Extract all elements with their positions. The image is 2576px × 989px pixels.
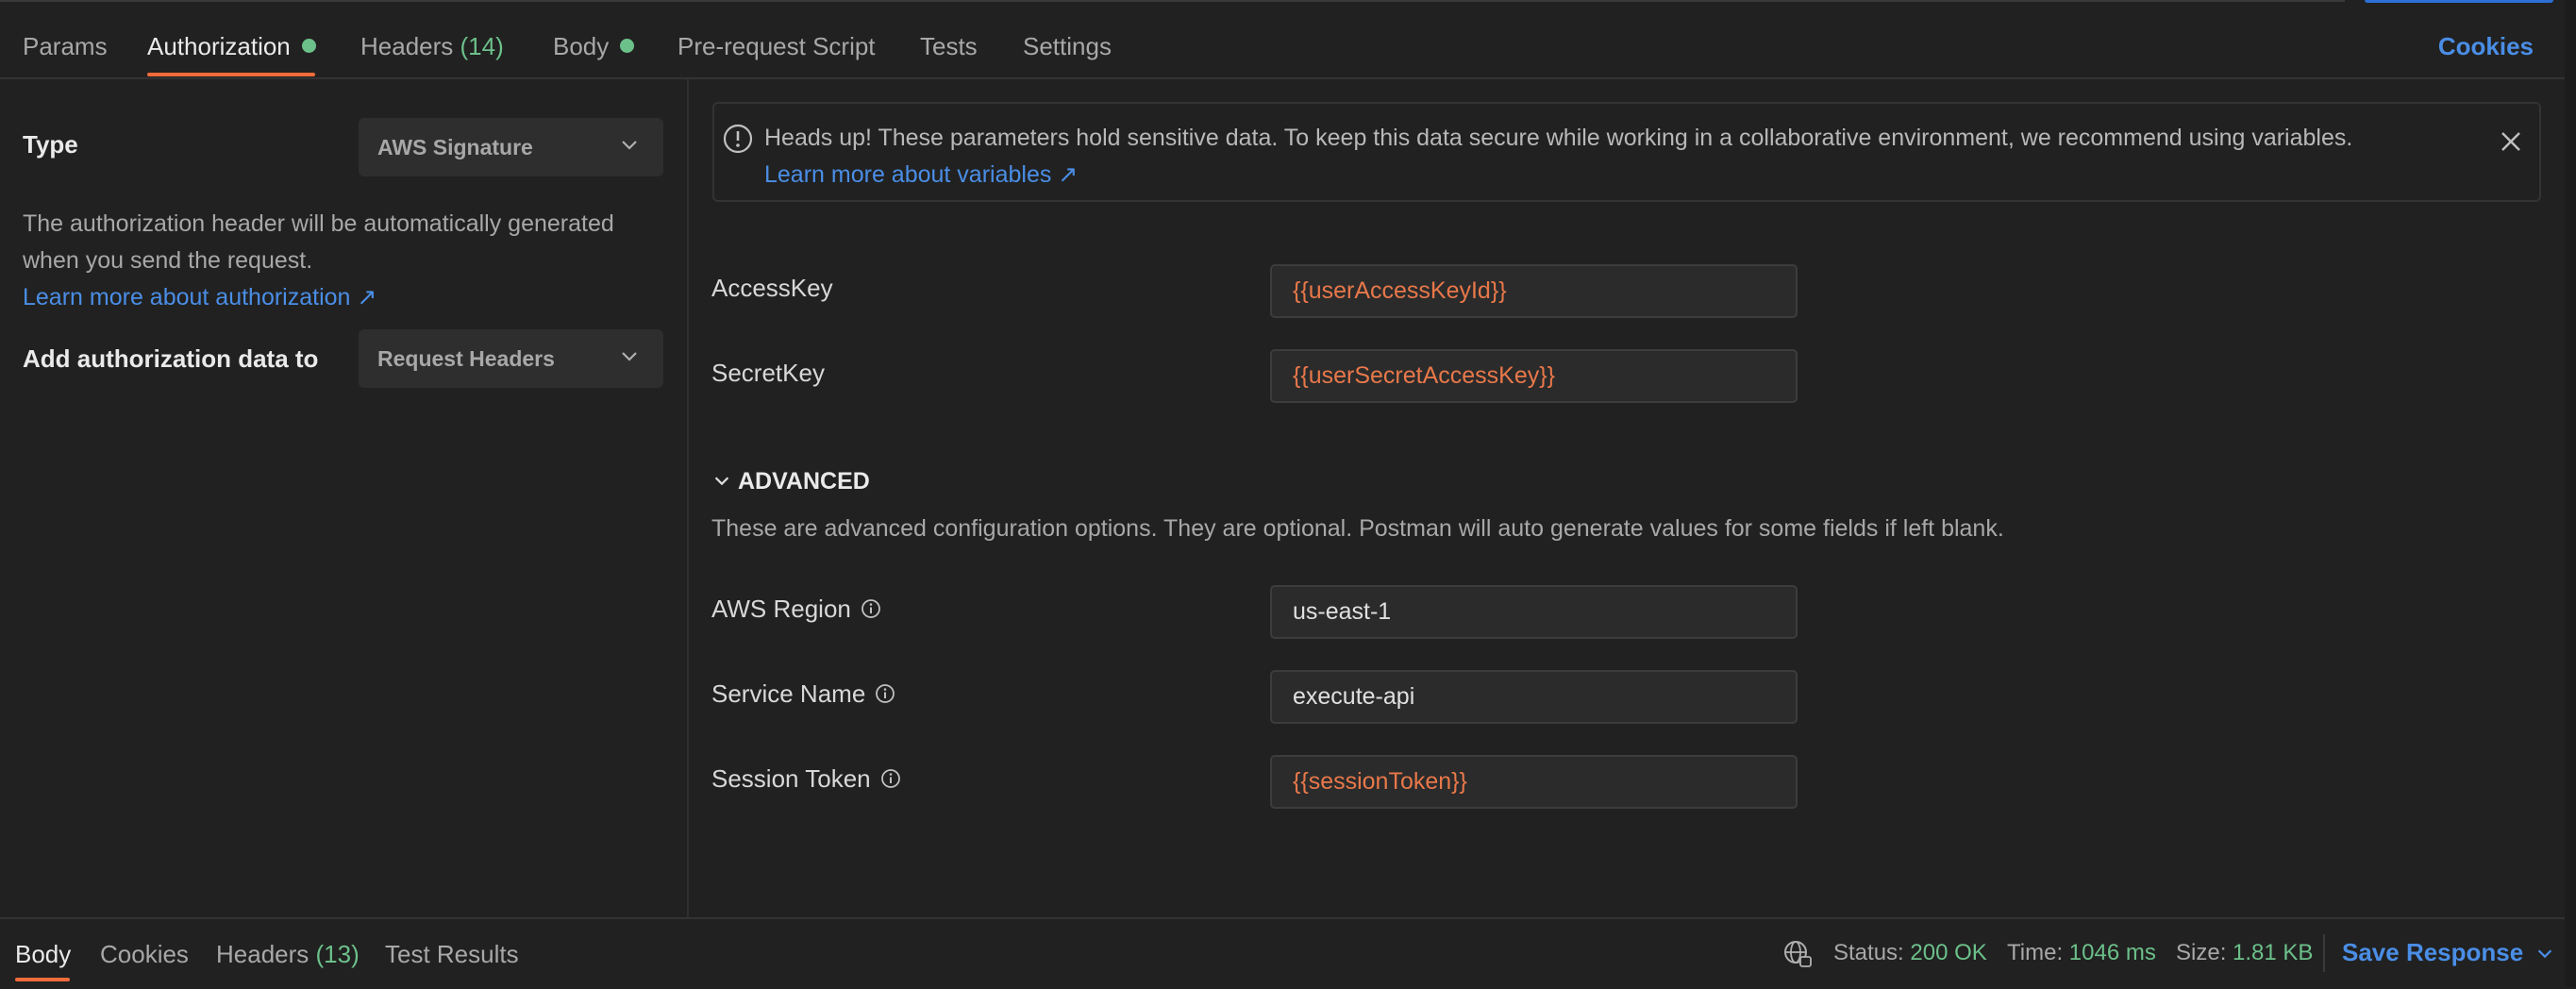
learn-more-variables-link[interactable]: Learn more about variables ↗ <box>764 160 1078 189</box>
tab-settings[interactable]: Settings <box>1023 32 1112 61</box>
chevron-down-icon <box>2538 949 2552 959</box>
time-label: Time: <box>2007 940 2064 965</box>
separator <box>2323 934 2325 972</box>
response-tab-cookies[interactable]: Cookies <box>100 940 189 969</box>
scrollbar[interactable] <box>2565 0 2576 987</box>
size-value: 1.81 KB <box>2233 940 2314 965</box>
auth-description-text: The authorization header will be automat… <box>23 210 614 274</box>
session-token-label: Session Token <box>711 764 901 794</box>
network-globe-icon[interactable] <box>1781 938 1814 970</box>
secret-key-input[interactable]: {{userSecretAccessKey}} <box>1270 349 1798 403</box>
response-tab-test-results[interactable]: Test Results <box>385 940 519 969</box>
status-dot-icon <box>620 39 635 53</box>
sensitive-data-banner: Heads up! These parameters hold sensitiv… <box>712 102 2541 202</box>
tab-params[interactable]: Params <box>23 32 108 61</box>
response-tab-headers[interactable]: Headers (13) <box>216 940 360 969</box>
access-key-label: AccessKey <box>711 274 833 302</box>
advanced-title: ADVANCED <box>738 468 870 494</box>
service-name-input[interactable]: execute-api <box>1270 670 1798 724</box>
session-token-label-text: Session Token <box>711 764 871 793</box>
alert-info-icon <box>723 124 753 154</box>
response-tab-body[interactable]: Body <box>15 940 71 969</box>
chevron-down-icon <box>622 352 637 361</box>
tab-body[interactable]: Body <box>553 32 635 61</box>
tab-pre-request-script[interactable]: Pre-request Script <box>677 32 876 61</box>
add-auth-to-label: Add authorization data to <box>23 344 319 373</box>
active-response-tab-indicator <box>15 978 70 981</box>
tab-authorization[interactable]: Authorization <box>147 32 316 61</box>
aws-region-label: AWS Region <box>711 595 881 624</box>
chevron-down-icon <box>622 141 637 150</box>
tab-headers[interactable]: Headers (14) <box>360 32 504 61</box>
save-response-button[interactable]: Save Response <box>2342 938 2555 967</box>
auth-type-select[interactable]: AWS Signature <box>359 118 663 176</box>
response-headers-count-badge: (13) <box>315 940 360 968</box>
info-icon[interactable] <box>861 598 881 619</box>
response-size: Size: 1.81 KB <box>2176 940 2313 966</box>
panel-divider[interactable] <box>687 79 689 919</box>
tab-headers-label: Headers <box>360 32 454 60</box>
active-tab-indicator <box>147 73 315 76</box>
tab-tests[interactable]: Tests <box>920 32 978 61</box>
service-name-label: Service Name <box>711 679 895 709</box>
time-value: 1046 ms <box>2068 940 2156 965</box>
service-name-label-text: Service Name <box>711 679 866 708</box>
status-value: 200 OK <box>1910 940 1987 965</box>
response-bar: Body Cookies Headers (13) Test Results S… <box>0 917 2565 989</box>
add-auth-to-value: Request Headers <box>377 346 555 371</box>
info-icon[interactable] <box>875 683 895 704</box>
request-tabs: Params Authorization Headers (14) Body P… <box>0 0 2565 79</box>
access-key-input[interactable]: {{userAccessKeyId}} <box>1270 264 1798 318</box>
secret-key-label: SecretKey <box>711 359 825 387</box>
tab-body-label: Body <box>553 32 610 60</box>
advanced-toggle[interactable]: ADVANCED <box>711 468 870 495</box>
auth-type-value: AWS Signature <box>377 135 533 159</box>
aws-region-label-text: AWS Region <box>711 595 851 623</box>
add-auth-to-select[interactable]: Request Headers <box>359 329 663 388</box>
chevron-down-icon <box>714 477 729 486</box>
advanced-description: These are advanced configuration options… <box>711 515 2004 542</box>
session-token-input[interactable]: {{sessionToken}} <box>1270 755 1798 809</box>
info-icon[interactable] <box>880 768 901 789</box>
response-status: Status: 200 OK <box>1833 940 1987 966</box>
cookies-link[interactable]: Cookies <box>2438 32 2534 61</box>
banner-message: Heads up! These parameters hold sensitiv… <box>764 125 2353 151</box>
tab-authorization-label: Authorization <box>147 32 291 60</box>
close-icon[interactable] <box>2496 126 2526 157</box>
response-time: Time: 1046 ms <box>2007 940 2156 966</box>
auth-description: The authorization header will be automat… <box>23 206 664 316</box>
status-dot-icon <box>301 39 316 53</box>
auth-type-label: Type <box>23 130 78 159</box>
response-tab-headers-label: Headers <box>216 940 309 968</box>
headers-count-badge: (14) <box>460 32 504 60</box>
save-response-label: Save Response <box>2342 938 2524 966</box>
learn-more-authorization-link[interactable]: Learn more about authorization ↗ <box>23 284 376 310</box>
size-label: Size: <box>2176 940 2227 965</box>
aws-region-input[interactable]: us-east-1 <box>1270 585 1798 639</box>
status-label: Status: <box>1833 940 1904 965</box>
